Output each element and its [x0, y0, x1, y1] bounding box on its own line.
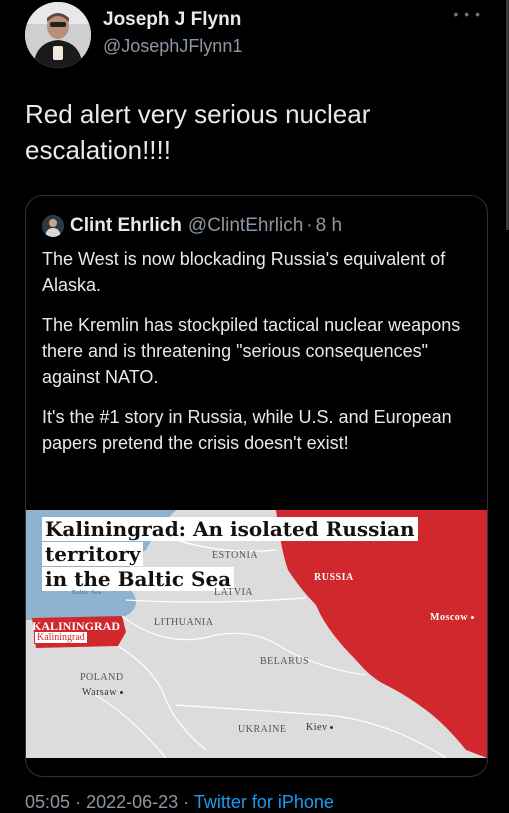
warsaw-dot: [119, 691, 123, 695]
quoted-timestamp[interactable]: 8 h: [316, 215, 342, 237]
map-image[interactable]: Kaliningrad: An isolated Russian territo…: [26, 510, 487, 758]
quoted-tweet[interactable]: Clint Ehrlich @ClintEhrlich · 8 h The We…: [25, 195, 488, 777]
world-logo: WORLD: [441, 510, 479, 518]
label-moscow: Moscow: [430, 612, 474, 623]
quoted-author-handle[interactable]: @ClintEhrlich: [188, 215, 303, 237]
avatar[interactable]: [25, 2, 91, 68]
avatar-image: [25, 2, 91, 68]
label-kiev: Kiev: [306, 722, 334, 733]
quoted-tweet-header: Clint Ehrlich @ClintEhrlich · 8 h: [42, 214, 342, 238]
label-warsaw-text: Warsaw: [82, 687, 117, 698]
tweet-time[interactable]: 05:05: [25, 792, 70, 812]
label-baltic-sea: Baltic Sea: [72, 590, 102, 596]
time-separator: ·: [306, 215, 313, 236]
footer-separator: ·: [75, 792, 82, 812]
quoted-paragraph: The West is now blockading Russia's equi…: [42, 249, 446, 295]
tweet-text: Red alert very serious nuclear escalatio…: [25, 99, 371, 165]
label-ukraine: UKRAINE: [238, 724, 287, 735]
footer-separator: ·: [183, 792, 190, 812]
tweet-source-link[interactable]: Twitter for iPhone: [194, 792, 334, 812]
label-kaliningrad-city: Kaliningrad: [34, 631, 88, 644]
label-belarus: BELARUS: [260, 656, 310, 667]
label-moscow-text: Moscow: [430, 612, 468, 623]
quoted-paragraph: It's the #1 story in Russia, while U.S. …: [42, 407, 452, 453]
label-poland: POLAND: [80, 672, 124, 683]
author-handle[interactable]: @JosephJFlynn1: [103, 36, 242, 57]
quoted-tweet-text: The West is now blockading Russia's equi…: [42, 246, 472, 470]
tweet-footer: 05:05 · 2022-06-23 · Twitter for iPhone: [25, 792, 334, 813]
label-kiev-text: Kiev: [306, 722, 328, 733]
quoted-author-name[interactable]: Clint Ehrlich: [70, 215, 182, 237]
moscow-dot: [471, 616, 474, 620]
label-warsaw: Warsaw: [82, 687, 123, 698]
kiev-dot: [330, 726, 334, 730]
map-title-line2: in the Baltic Sea: [42, 567, 235, 591]
label-estonia: ESTONIA: [212, 550, 259, 561]
label-lithuania: LITHUANIA: [154, 617, 214, 628]
more-icon[interactable]: • • •: [454, 6, 481, 22]
label-russia: RUSSIA: [314, 572, 354, 583]
author-name[interactable]: Joseph J Flynn: [103, 9, 241, 31]
quoted-paragraph: The Kremlin has stockpiled tactical nucl…: [42, 315, 461, 387]
tweet-date[interactable]: 2022-06-23: [86, 792, 178, 812]
quoted-avatar-image: [42, 215, 64, 237]
label-latvia: LATVIA: [214, 587, 254, 598]
map-title: Kaliningrad: An isolated Russian territo…: [42, 517, 487, 592]
quoted-avatar[interactable]: [42, 215, 64, 237]
